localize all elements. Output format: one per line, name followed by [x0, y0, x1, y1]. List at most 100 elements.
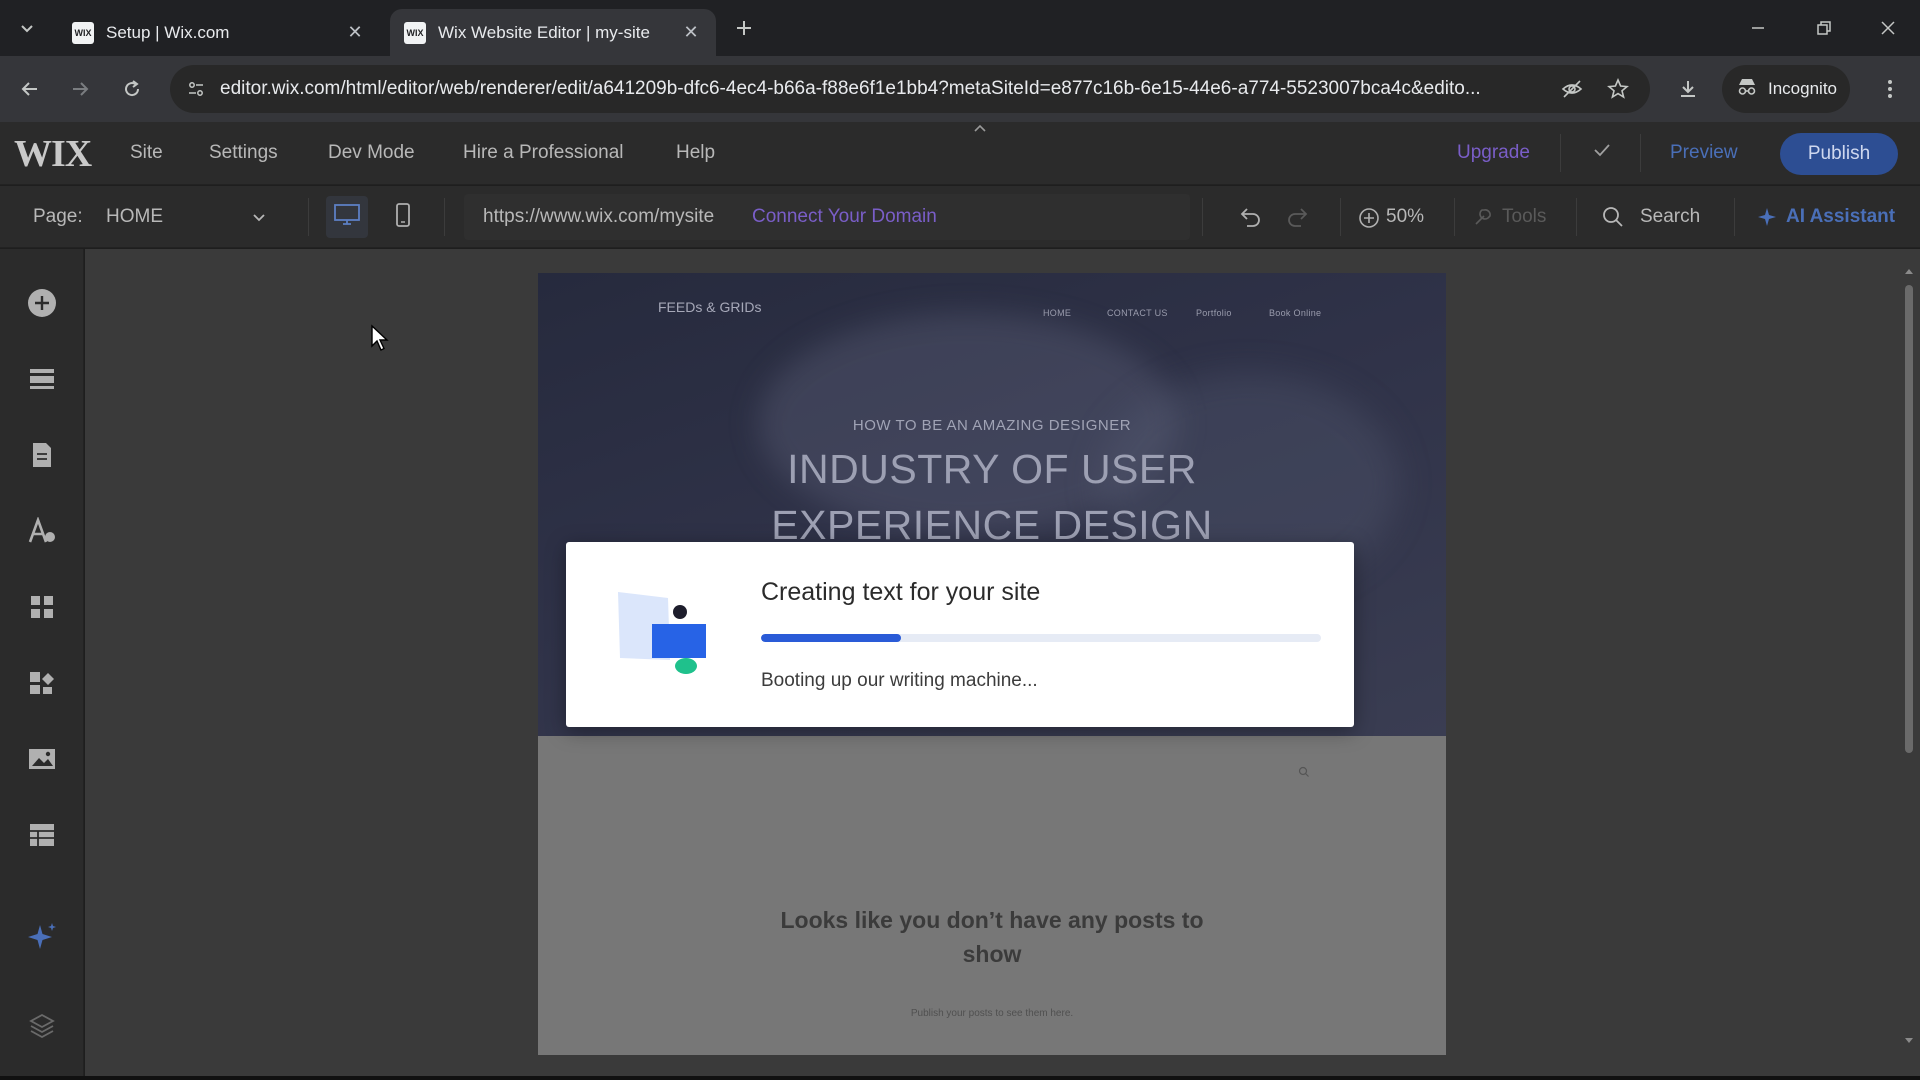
zoom-level: 50% — [1386, 206, 1425, 227]
business-apps-icon[interactable] — [24, 665, 60, 701]
creating-text-modal: Creating text for your site Booting up o… — [566, 542, 1354, 727]
collapse-topbar-handle[interactable] — [915, 122, 1045, 134]
site-nav-home[interactable]: HOME — [1043, 308, 1071, 318]
tab-title: Setup | Wix.com — [106, 22, 230, 42]
divider — [1576, 198, 1577, 236]
browser-toolbar: editor.wix.com/html/editor/web/renderer/… — [0, 56, 1920, 122]
tools-icon — [1472, 206, 1494, 233]
hero-kicker[interactable]: HOW TO BE AN AMAZING DESIGNER — [538, 417, 1446, 434]
address-url: editor.wix.com/html/editor/web/renderer/… — [220, 78, 1481, 99]
tools-label: Tools — [1502, 206, 1547, 227]
site-nav-book-online[interactable]: Book Online — [1269, 308, 1321, 318]
site-brand[interactable]: FEEDs & GRIDs — [658, 299, 761, 315]
pages-icon[interactable] — [24, 437, 60, 473]
divider — [1640, 134, 1641, 172]
ai-sparkle-icon[interactable] — [24, 919, 60, 955]
mobile-view-button[interactable] — [382, 196, 424, 238]
media-icon[interactable] — [24, 741, 60, 777]
more-menu-icon[interactable] — [1872, 71, 1908, 107]
close-tab-icon[interactable]: ✕ — [344, 21, 366, 43]
publish-button[interactable]: Publish — [1780, 133, 1898, 175]
ai-assistant-button[interactable]: AI Assistant — [1752, 194, 1902, 240]
upgrade-link[interactable]: Upgrade — [1457, 142, 1530, 164]
sparkle-icon — [1756, 206, 1778, 233]
address-bar[interactable]: editor.wix.com/html/editor/web/renderer/… — [170, 65, 1650, 113]
divider — [1340, 198, 1341, 236]
browser-tab-bar: WIX Setup | Wix.com ✕ WIX Wix Website Ed… — [0, 0, 1920, 56]
site-url: https://www.wix.com/mysite — [483, 206, 715, 227]
writing-machine-illustration-icon — [618, 592, 710, 685]
preview-button[interactable]: Preview — [1670, 142, 1738, 164]
editor-sidebar — [0, 249, 84, 1080]
wix-favicon-icon: WIX — [72, 21, 94, 44]
close-tab-icon[interactable]: ✕ — [680, 21, 702, 43]
incognito-icon — [1736, 77, 1758, 102]
empty-posts-title: Looks like you don’t have any posts to s… — [780, 907, 1204, 967]
page-selector[interactable]: HOME — [100, 194, 276, 240]
chevron-down-icon — [250, 208, 268, 231]
zoom-control[interactable]: 50% — [1356, 194, 1436, 240]
site-design-icon[interactable] — [24, 513, 60, 549]
desktop-icon — [333, 203, 361, 232]
progress-bar-fill — [761, 634, 901, 642]
search-label: Search — [1640, 206, 1701, 227]
site-nav-portfolio[interactable]: Portfolio — [1196, 308, 1232, 318]
tab-search-chevron-icon[interactable] — [9, 10, 45, 46]
reload-icon[interactable] — [114, 71, 150, 107]
bookmark-star-icon[interactable] — [1600, 71, 1636, 107]
tools-button[interactable]: Tools — [1470, 194, 1560, 240]
wix-top-bar: WIX Site Settings Dev Mode Hire a Profes… — [0, 122, 1920, 185]
search-button[interactable]: Search — [1596, 194, 1706, 240]
layers-icon[interactable] — [24, 1007, 60, 1043]
eye-slash-icon[interactable] — [1554, 71, 1590, 107]
menu-settings[interactable]: Settings — [209, 142, 278, 164]
redo-icon[interactable] — [1280, 199, 1316, 235]
divider — [1560, 134, 1561, 172]
menu-help[interactable]: Help — [676, 142, 715, 164]
divider — [308, 198, 309, 236]
ai-assistant-label: AI Assistant — [1786, 206, 1896, 227]
divider — [444, 198, 445, 236]
menu-site[interactable]: Site — [130, 142, 163, 164]
divider — [1734, 198, 1735, 236]
site-nav-contact[interactable]: CONTACT US — [1107, 308, 1168, 318]
screen-bottom-edge — [0, 1076, 1920, 1080]
new-tab-icon[interactable] — [726, 10, 762, 46]
minimize-icon[interactable] — [1740, 10, 1776, 46]
back-arrow-icon[interactable] — [12, 71, 48, 107]
incognito-label: Incognito — [1768, 79, 1837, 98]
restore-icon[interactable] — [1806, 10, 1842, 46]
menu-hire-professional[interactable]: Hire a Professional — [463, 142, 624, 164]
add-elements-icon[interactable] — [24, 285, 60, 321]
browser-tab-editor[interactable]: WIX Wix Website Editor | my-site ✕ — [390, 9, 716, 56]
tab-title: Wix Website Editor | my-site — [438, 22, 650, 42]
forward-arrow-icon[interactable] — [62, 71, 98, 107]
download-icon[interactable] — [1670, 71, 1706, 107]
scroll-thumb[interactable] — [1905, 285, 1913, 753]
close-window-icon[interactable] — [1870, 10, 1906, 46]
desktop-view-button[interactable] — [326, 196, 368, 238]
zoom-plus-icon — [1358, 207, 1380, 234]
wix-favicon-icon: WIX — [404, 21, 426, 44]
search-icon — [1602, 206, 1624, 233]
undo-icon[interactable] — [1232, 199, 1268, 235]
site-url-field: https://www.wix.com/mysite Connect Your … — [464, 194, 1190, 240]
hero-title[interactable]: INDUSTRY OF USER EXPERIENCE DESIGN — [538, 441, 1446, 553]
wix-page-bar: Page: HOME https://www.wix.com/mysite Co… — [0, 186, 1920, 248]
site-info-icon[interactable] — [178, 71, 214, 107]
add-section-icon[interactable] — [24, 361, 60, 397]
modal-status-text: Booting up our writing machine... — [761, 670, 1038, 691]
cms-table-icon[interactable] — [24, 817, 60, 853]
browser-tab-setup[interactable]: WIX Setup | Wix.com ✕ — [58, 9, 380, 56]
incognito-badge[interactable]: Incognito — [1722, 65, 1850, 113]
page-label: Page: — [33, 206, 83, 227]
empty-posts-subtitle: Publish your posts to see them here. — [910, 1008, 1074, 1019]
search-icon[interactable] — [1298, 765, 1310, 783]
menu-dev-mode[interactable]: Dev Mode — [328, 142, 415, 164]
mouse-cursor-icon — [370, 324, 390, 357]
divider — [1202, 198, 1203, 236]
canvas-scrollbar[interactable] — [1902, 267, 1916, 1047]
app-market-icon[interactable] — [24, 589, 60, 625]
connect-domain-link[interactable]: Connect Your Domain — [752, 206, 937, 228]
progress-bar — [761, 634, 1321, 642]
